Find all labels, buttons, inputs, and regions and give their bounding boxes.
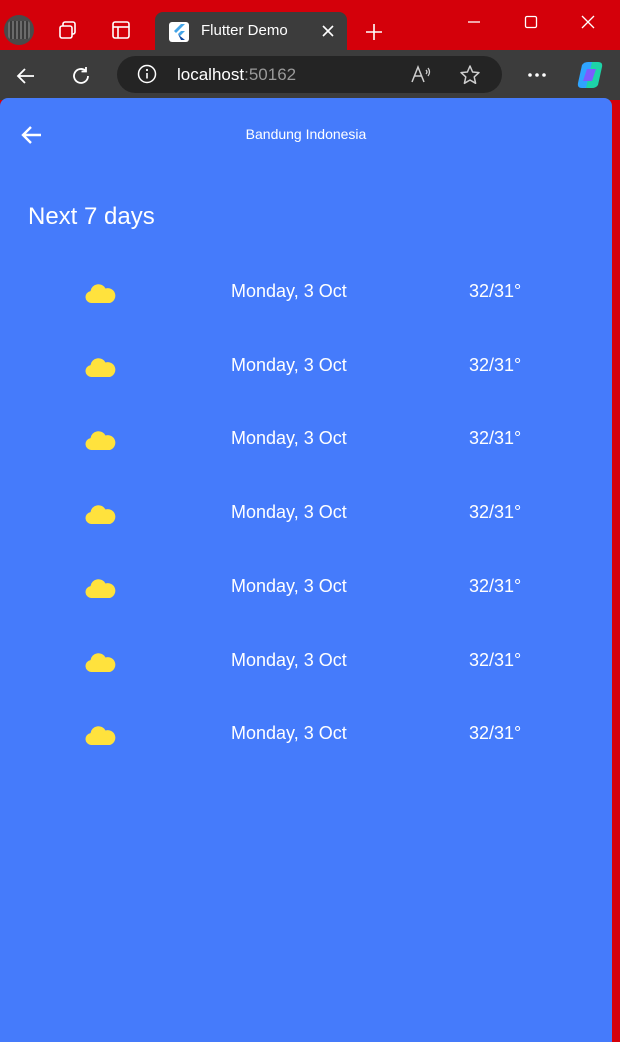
cloud-icon — [85, 284, 116, 303]
cloud-icon — [85, 653, 116, 672]
forecast-date: Monday, 3 Oct — [231, 650, 347, 670]
maximize-icon[interactable] — [519, 10, 543, 34]
new-tab-button[interactable] — [362, 20, 386, 44]
minimize-icon[interactable] — [462, 10, 486, 34]
forecast-date: Monday, 3 Oct — [231, 281, 347, 301]
forecast-day-row: Monday, 3 Oct 32/31° — [0, 417, 612, 457]
forecast-day-row: Monday, 3 Oct 32/31° — [0, 639, 612, 679]
forecast-day-row: Monday, 3 Oct 32/31° — [0, 344, 612, 384]
forecast-date: Monday, 3 Oct — [231, 502, 347, 522]
site-info-icon[interactable] — [137, 64, 157, 84]
back-nav-icon[interactable] — [12, 62, 40, 90]
forecast-temp: 32/31° — [469, 355, 522, 375]
forecast-day-row: Monday, 3 Oct 32/31° — [0, 491, 612, 531]
profile-avatar[interactable] — [4, 15, 34, 45]
forecast-heading: Next 7 days — [28, 203, 155, 230]
forecast-day-row: Monday, 3 Oct 32/31° — [0, 270, 612, 310]
forecast-date: Monday, 3 Oct — [231, 576, 347, 596]
more-menu-icon[interactable] — [524, 64, 550, 86]
forecast-temp: 32/31° — [469, 281, 522, 301]
read-aloud-icon[interactable] — [410, 64, 432, 86]
copilot-icon[interactable] — [574, 61, 606, 89]
flutter-logo-icon — [169, 22, 189, 42]
url-text: localhost:50162 — [177, 65, 296, 85]
cloud-icon — [85, 358, 116, 377]
forecast-day-row: Monday, 3 Oct 32/31° — [0, 712, 612, 752]
close-tab-icon[interactable] — [319, 22, 337, 40]
forecast-temp: 32/31° — [469, 576, 522, 596]
cloud-icon — [85, 579, 116, 598]
forecast-date: Monday, 3 Oct — [231, 723, 347, 743]
close-window-icon[interactable] — [576, 10, 600, 34]
favorite-star-icon[interactable] — [459, 64, 481, 86]
tab-title: Flutter Demo — [201, 22, 288, 39]
cloud-icon — [85, 505, 116, 524]
browser-toolbar: localhost:50162 — [0, 50, 620, 100]
tab-actions-icon[interactable] — [109, 18, 133, 42]
url-host: localhost — [177, 65, 245, 84]
forecast-temp: 32/31° — [469, 428, 522, 448]
refresh-icon[interactable] — [67, 62, 95, 90]
tab-flutter-demo[interactable]: Flutter Demo — [155, 12, 347, 50]
browser-title-bar: Flutter Demo — [0, 0, 620, 50]
forecast-date: Monday, 3 Oct — [231, 428, 347, 448]
cloud-icon — [85, 726, 116, 745]
forecast-temp: 32/31° — [469, 723, 522, 743]
forecast-date: Monday, 3 Oct — [231, 355, 347, 375]
forecast-temp: 32/31° — [469, 502, 522, 522]
forecast-day-row: Monday, 3 Oct 32/31° — [0, 565, 612, 605]
weather-app: Bandung Indonesia Next 7 days Monday, 3 … — [0, 98, 612, 1042]
cloud-icon — [85, 431, 116, 450]
location-title: Bandung Indonesia — [245, 126, 367, 142]
workspaces-icon[interactable] — [56, 18, 80, 42]
address-bar[interactable]: localhost:50162 — [117, 56, 502, 93]
forecast-temp: 32/31° — [469, 650, 522, 670]
url-port: :50162 — [244, 65, 297, 84]
